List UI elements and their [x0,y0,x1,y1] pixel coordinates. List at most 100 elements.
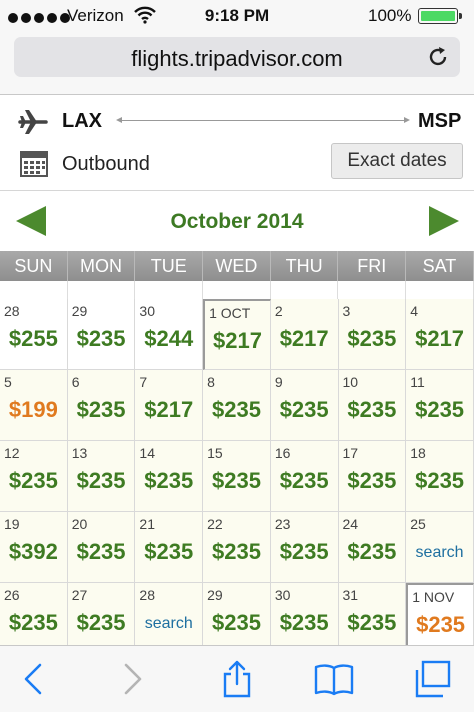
calendar-day-cell[interactable]: 28 $255 [0,299,68,370]
calendar-day-cell[interactable]: 12 $235 [0,441,68,512]
day-number: 14 [139,445,155,461]
day-number: 31 [342,587,359,603]
status-bar: Verizon 9:18 PM 100% [0,0,474,32]
calendar-day-cell[interactable]: 29 $235 [67,299,136,370]
weekday-label: SAT [406,251,474,281]
calendar-day-cell[interactable]: 22 $235 [203,512,271,583]
fare-price: $235 [211,610,261,635]
tabs-icon[interactable] [413,660,453,698]
day-number: 6 [71,374,80,390]
calendar-day-cell[interactable]: 11 $235 [406,370,474,441]
calendar-day-cell[interactable]: 21 $235 [135,512,204,583]
day-number: 11 [410,374,425,390]
fare-price: $235 [347,397,397,422]
calendar-day-cell[interactable]: 29 $235 [203,583,271,654]
calendar-day-cell[interactable]: 4 $217 [406,299,474,370]
calendar-day-cell[interactable]: 14 $235 [135,441,204,512]
weekday-label: SUN [0,251,68,281]
day-number: 7 [139,374,148,390]
calendar-day-cell[interactable]: 10 $235 [338,370,407,441]
calendar-day-cell[interactable]: 13 $235 [67,441,136,512]
reload-icon[interactable] [426,45,450,69]
fare-price: $235 [347,326,397,351]
fare-calendar-grid: 28 $255 29 $235 30 $244 1 OCT $217 2 $217 3 $2… [0,299,474,654]
next-month-arrow-icon[interactable] [429,206,459,236]
calendar-day-cell[interactable]: 18 $235 [406,441,474,512]
calendar-day-cell[interactable]: 20 $235 [67,512,136,583]
calendar-day-cell[interactable]: 24 $235 [338,512,407,583]
calendar-day-cell[interactable]: 7 $217 [135,370,204,441]
fare-price: $235 [279,397,329,422]
calendar-day-cell[interactable]: 28 search [135,583,204,654]
day-number: 3 [342,303,351,319]
calendar-day-cell[interactable]: 27 $235 [67,583,136,654]
exact-dates-button[interactable]: Exact dates [331,143,463,179]
day-number: 18 [410,445,426,461]
fare-price: $235 [279,539,329,564]
calendar-day-cell[interactable]: 25 search [406,512,474,583]
calendar-day-cell[interactable]: 17 $235 [338,441,407,512]
day-number: 21 [139,516,155,532]
forward-arrow-icon[interactable] [112,660,152,698]
day-number: 20 [71,516,88,532]
fare-price: $235 [347,610,397,635]
fare-price: $235 [415,468,465,493]
calendar-day-cell[interactable]: 3 $235 [338,299,407,370]
calendar-day-cell[interactable]: 8 $235 [203,370,271,441]
calendar-day-cell[interactable]: 15 $235 [203,441,271,512]
calendar-day-cell[interactable]: 1 NOV $235 [406,583,474,654]
day-number: 23 [274,516,291,532]
calendar-day-cell[interactable]: 26 $235 [0,583,68,654]
weekday-spacer [0,281,474,299]
calendar-day-cell[interactable]: 1 OCT $217 [203,299,271,370]
weekday-label: MON [68,251,136,281]
calendar-day-cell[interactable]: 6 $235 [67,370,136,441]
bookmarks-icon[interactable] [314,660,354,698]
calendar-day-cell[interactable]: 16 $235 [270,441,339,512]
airplane-icon [18,110,48,134]
browser-toolbar [0,645,474,712]
fare-price: $235 [347,468,397,493]
calendar-day-cell[interactable]: 31 $235 [338,583,407,654]
weekday-header: SUN MON TUE WED THU FRI SAT [0,251,474,281]
fare-price: $235 [279,468,329,493]
day-number: 24 [342,516,359,532]
fare-price: $235 [144,468,194,493]
weekday-label: WED [203,251,271,281]
day-number: 30 [274,587,291,603]
url-text: flights.tripadvisor.com [131,46,343,71]
fare-price: $235 [144,539,194,564]
calendar-day-cell[interactable]: 5 $199 [0,370,68,441]
calendar-day-cell[interactable]: 9 $235 [270,370,339,441]
day-number: 19 [4,516,20,532]
day-number: 13 [71,445,88,461]
destination-airport: MSP [418,110,462,132]
search-fare-link[interactable]: search [406,544,473,562]
day-number: 17 [342,445,359,461]
day-number: 9 [274,374,283,390]
day-number: 22 [207,516,223,532]
calendar-icon [20,151,48,177]
address-bar[interactable]: flights.tripadvisor.com [14,37,460,77]
calendar-day-cell[interactable]: 23 $235 [270,512,339,583]
search-fare-link[interactable]: search [135,615,202,633]
fare-price: $217 [279,326,329,351]
weekday-label: TUE [135,251,204,281]
day-number: 5 [4,374,12,390]
fare-price: $392 [8,539,58,564]
fare-price: $235 [415,397,465,422]
calendar-day-cell[interactable]: 19 $392 [0,512,68,583]
fare-price: $235 [76,397,126,422]
fare-price: $235 [76,539,126,564]
fare-price: $235 [211,468,261,493]
calendar-day-cell[interactable]: 30 $244 [135,299,204,370]
day-number: 8 [207,374,215,390]
fare-price: $255 [8,326,58,351]
share-icon[interactable] [217,660,257,698]
calendar-day-cell[interactable]: 30 $235 [270,583,339,654]
calendar-day-cell[interactable]: 2 $217 [270,299,339,370]
day-number: 29 [71,303,88,319]
back-arrow-icon[interactable] [14,660,54,698]
fare-price: $235 [8,468,58,493]
fare-price: $235 [416,612,466,637]
